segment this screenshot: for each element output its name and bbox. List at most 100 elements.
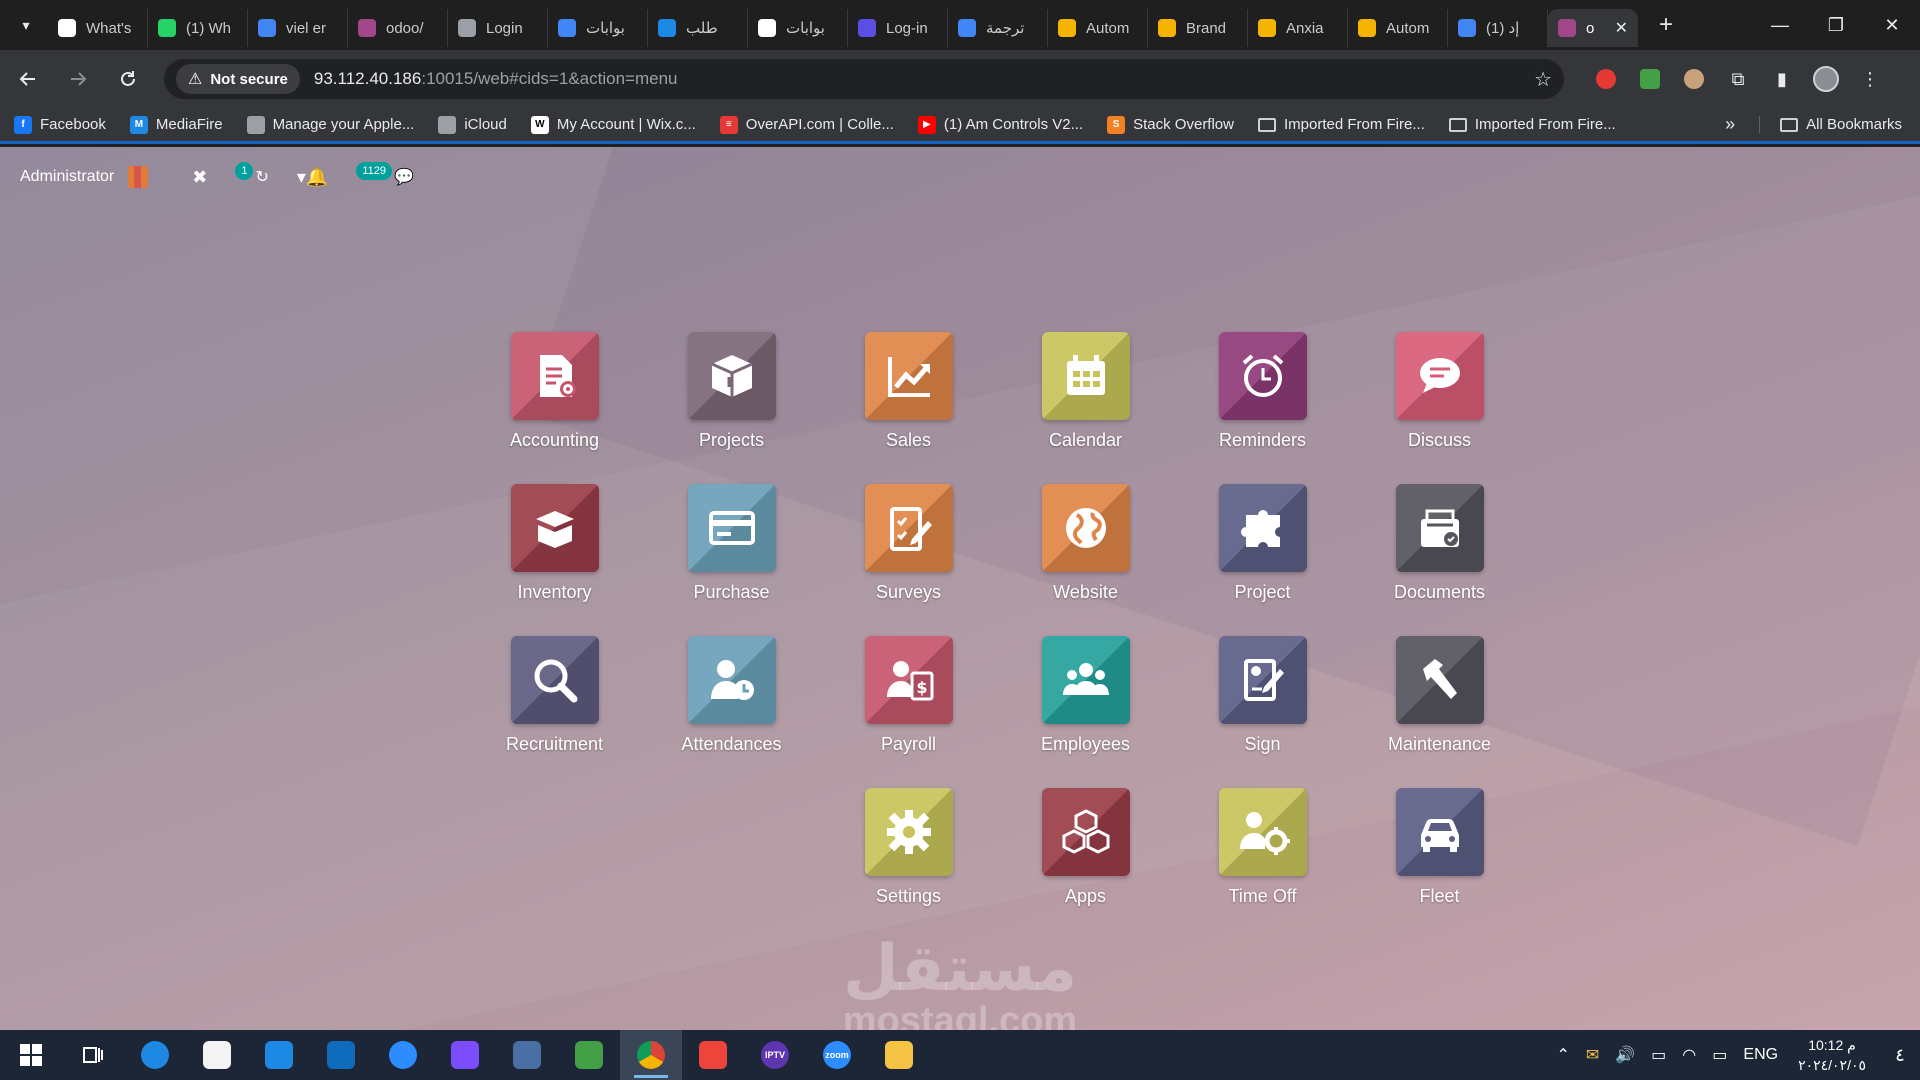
team-icon[interactable]	[1041, 636, 1130, 724]
activities-button[interactable]: 1 ↻	[235, 162, 269, 187]
payroll-icon[interactable]: $	[864, 636, 953, 724]
taskbar-network-app[interactable]	[496, 1030, 558, 1080]
browser-tab[interactable]: Autom	[1348, 9, 1448, 47]
adblock-extension-icon[interactable]	[1584, 59, 1628, 99]
bookmark-item[interactable]: ≡ OverAPI.com | Colle...	[719, 115, 894, 134]
browser-tab[interactable]: Log-in	[848, 9, 948, 47]
browser-tab[interactable]: بوابات	[748, 9, 848, 47]
bookmark-item[interactable]: iCloud	[438, 115, 507, 134]
taskbar-chrome[interactable]	[620, 1030, 682, 1080]
extensions-puzzle-icon[interactable]: ⧉	[1716, 59, 1760, 99]
sign-icon[interactable]	[1218, 636, 1307, 724]
restore-button[interactable]: ❐	[1808, 0, 1864, 50]
app-reminders[interactable]: Reminders	[1174, 332, 1351, 472]
box-icon[interactable]	[687, 332, 776, 420]
bookmarks-overflow-button[interactable]: »	[1725, 114, 1735, 135]
app-settings[interactable]: Settings	[820, 788, 997, 928]
bookmark-item[interactable]: ▶ (1) Am Controls V2...	[917, 115, 1083, 134]
card-icon[interactable]	[687, 484, 776, 572]
search-icon[interactable]	[510, 636, 599, 724]
bookmark-item[interactable]: Imported From Fire...	[1448, 116, 1616, 133]
bookmark-star-icon[interactable]: ☆	[1534, 67, 1552, 92]
calendar-icon[interactable]	[1041, 332, 1130, 420]
hammer-icon[interactable]	[1395, 636, 1484, 724]
alarm-icon[interactable]	[1218, 332, 1307, 420]
browser-tab[interactable]: (1) إد	[1448, 9, 1548, 47]
not-secure-chip[interactable]: ⚠ Not secure	[176, 64, 300, 94]
documents-icon[interactable]	[1395, 484, 1484, 572]
browser-tab[interactable]: Login	[448, 9, 548, 47]
chat-icon[interactable]	[1395, 332, 1484, 420]
messages-button[interactable]: 1129 💬	[356, 162, 414, 187]
taskbar-file-explorer[interactable]	[868, 1030, 930, 1080]
mail-tray-icon[interactable]: ✉	[1586, 1045, 1599, 1065]
side-panel-icon[interactable]: ▮	[1760, 59, 1804, 99]
reload-button[interactable]	[106, 57, 150, 101]
meet-now-icon[interactable]: ▭	[1651, 1045, 1666, 1065]
app-recruitment[interactable]: Recruitment	[466, 636, 643, 776]
app-sign[interactable]: Sign	[1174, 636, 1351, 776]
bookmark-item[interactable]: Imported From Fire...	[1258, 116, 1425, 133]
taskbar-task-view[interactable]	[62, 1030, 124, 1080]
browser-menu-icon[interactable]: ⋮	[1848, 59, 1892, 99]
taskbar-visual-studio[interactable]	[434, 1030, 496, 1080]
browser-tab[interactable]: ترجمة	[948, 9, 1048, 47]
bookmark-item[interactable]: M MediaFire	[129, 115, 223, 134]
wifi-icon[interactable]: ◠	[1682, 1045, 1696, 1065]
action-center-button[interactable]: ٤	[1880, 1045, 1920, 1066]
app-payroll[interactable]: $ Payroll	[820, 636, 997, 776]
app-apps[interactable]: Apps	[997, 788, 1174, 928]
puzzle-icon[interactable]	[1218, 484, 1307, 572]
app-fleet[interactable]: Fleet	[1351, 788, 1528, 928]
app-surveys[interactable]: Surveys	[820, 484, 997, 624]
taskbar-anydesk[interactable]	[682, 1030, 744, 1080]
app-discuss[interactable]: Discuss	[1351, 332, 1528, 472]
minimize-button[interactable]: —	[1752, 0, 1808, 50]
car-icon[interactable]	[1395, 788, 1484, 876]
app-maintenance[interactable]: Maintenance	[1351, 636, 1528, 776]
app-attendances[interactable]: Attendances	[643, 636, 820, 776]
taskbar-iptv[interactable]: IPTV	[744, 1030, 806, 1080]
survey-icon[interactable]	[864, 484, 953, 572]
taskbar-zoom-meetings[interactable]	[372, 1030, 434, 1080]
bookmark-item[interactable]: f Facebook	[14, 115, 106, 134]
browser-tab[interactable]: Brand	[1148, 9, 1248, 47]
timeoff-icon[interactable]	[1218, 788, 1307, 876]
taskbar-mail[interactable]	[248, 1030, 310, 1080]
attendance-icon[interactable]	[687, 636, 776, 724]
taskbar-store[interactable]	[186, 1030, 248, 1080]
volume-icon[interactable]: 🔊	[1615, 1045, 1635, 1065]
notifications-bell-icon[interactable]: ▾🔔	[297, 167, 328, 188]
browser-tab[interactable]: (1) Wh	[148, 9, 248, 47]
app-employees[interactable]: Employees	[997, 636, 1174, 776]
close-tab-icon[interactable]: ✕	[1615, 18, 1628, 38]
browser-tab[interactable]: Anxia	[1248, 9, 1348, 47]
url-text[interactable]: 93.112.40.186:10015/web#cids=1&action=me…	[314, 69, 678, 89]
bookmark-item[interactable]: W My Account | Wix.c...	[530, 115, 696, 134]
bookmark-item[interactable]: S Stack Overflow	[1107, 115, 1234, 134]
app-time-off[interactable]: Time Off	[1174, 788, 1351, 928]
taskbar-edge[interactable]	[124, 1030, 186, 1080]
inventory-icon[interactable]	[510, 484, 599, 572]
app-projects[interactable]: Projects	[643, 332, 820, 472]
taskbar-outlook[interactable]	[310, 1030, 372, 1080]
app-calendar[interactable]: Calendar	[997, 332, 1174, 472]
profile-avatar[interactable]	[1804, 59, 1848, 99]
clock[interactable]: 10:12 م ٢٠٢٤/٠٢/٠٥	[1798, 1035, 1866, 1075]
forward-button[interactable]	[56, 57, 100, 101]
gear-icon[interactable]	[864, 788, 953, 876]
sales-icon[interactable]	[864, 332, 953, 420]
new-tab-button[interactable]: +	[1648, 7, 1684, 43]
close-window-button[interactable]: ✕	[1864, 0, 1920, 50]
globe-icon[interactable]	[1041, 484, 1130, 572]
all-bookmarks-button[interactable]: All Bookmarks	[1759, 116, 1902, 133]
browser-tab[interactable]: بوابات	[548, 9, 648, 47]
app-project[interactable]: Project	[1174, 484, 1351, 624]
cubes-icon[interactable]	[1041, 788, 1130, 876]
show-hidden-icons-icon[interactable]: ⌃	[1556, 1045, 1569, 1065]
app-website[interactable]: Website	[997, 484, 1174, 624]
browser-tab[interactable]: Autom	[1048, 9, 1148, 47]
taskbar-start[interactable]	[0, 1030, 62, 1080]
accounting-icon[interactable]	[510, 332, 599, 420]
spy-extension-icon[interactable]	[1672, 59, 1716, 99]
